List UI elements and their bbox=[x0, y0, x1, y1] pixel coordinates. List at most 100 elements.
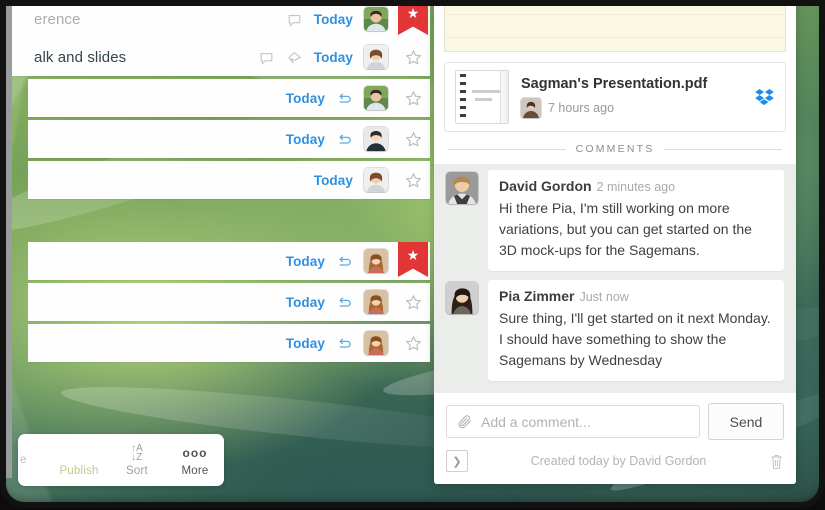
task-row-date[interactable]: Today bbox=[286, 295, 325, 310]
task-row-meta: Today bbox=[314, 168, 396, 192]
comment-input[interactable]: Add a comment... bbox=[446, 405, 700, 438]
comment-bubble: David Gordon 2 minutes ago Hi there Pia, I… bbox=[488, 170, 784, 272]
attachment-card[interactable]: Sagman's Presentation.pdf 7 hours ago bbox=[444, 62, 786, 133]
task-row[interactable]: Today bbox=[28, 161, 430, 199]
task-row-meta: Today bbox=[286, 7, 396, 31]
task-row-date[interactable]: Today bbox=[314, 50, 353, 65]
comment-author: Pia Zimmer bbox=[499, 288, 575, 305]
document-thumbnail-icon bbox=[455, 70, 509, 125]
task-row-meta: Today bbox=[286, 86, 396, 110]
task-row[interactable]: Today bbox=[28, 283, 430, 321]
task-row-title: alk and slides bbox=[34, 48, 127, 66]
star-icon[interactable] bbox=[396, 161, 430, 199]
task-detail-panel: Sagman's Presentation.pdf 7 hours ago CO… bbox=[434, 0, 796, 484]
star-icon[interactable] bbox=[396, 79, 430, 117]
comment-text: Sure thing, I'll get started on it next … bbox=[499, 310, 771, 369]
star-icon[interactable] bbox=[396, 283, 430, 321]
task-row-meta: Today bbox=[258, 45, 396, 69]
task-row-date[interactable]: Today bbox=[286, 336, 325, 351]
task-row-meta: Today bbox=[286, 127, 396, 151]
assignee-avatar[interactable] bbox=[364, 86, 388, 110]
task-list-pane: erence Today ★ alk and slides Today Today Toda… bbox=[0, 0, 430, 503]
comments-divider-label: COMMENTS bbox=[575, 143, 655, 156]
repeat-icon[interactable] bbox=[336, 335, 353, 352]
comment-header: Pia Zimmer Just now bbox=[499, 288, 773, 306]
more-button[interactable]: ooo More bbox=[166, 443, 224, 477]
attachment-uploader-avatar bbox=[521, 98, 541, 119]
comment-input-placeholder: Add a comment... bbox=[481, 413, 591, 430]
repeat-icon[interactable] bbox=[336, 131, 353, 148]
task-row[interactable]: Today bbox=[28, 324, 430, 362]
publish-label: Publish bbox=[59, 465, 99, 477]
assignee-avatar[interactable] bbox=[364, 331, 388, 355]
task-row[interactable]: Today bbox=[28, 120, 430, 158]
flag-badge[interactable]: ★ bbox=[396, 0, 430, 38]
flag-badge[interactable]: ★ bbox=[396, 242, 430, 280]
comment-text: Hi there Pia, I'm still working on more … bbox=[499, 200, 752, 259]
comment-item: David Gordon 2 minutes ago Hi there Pia, I… bbox=[446, 170, 784, 272]
task-row-date[interactable]: Today bbox=[286, 91, 325, 106]
task-row-meta: Today bbox=[286, 331, 396, 355]
repeat-icon[interactable] bbox=[336, 90, 353, 107]
task-row-meta: Today bbox=[286, 290, 396, 314]
assignee-avatar[interactable] bbox=[364, 7, 388, 31]
task-row[interactable]: Today bbox=[28, 79, 430, 117]
comment-bubble: Pia Zimmer Just now Sure thing, I'll get s… bbox=[488, 280, 784, 382]
sort-glyph-bottom: ↓Z bbox=[131, 452, 143, 463]
toolbar-item-truncated[interactable]: e bbox=[18, 454, 50, 466]
task-row-date[interactable]: Today bbox=[314, 12, 353, 27]
assignee-avatar[interactable] bbox=[364, 290, 388, 314]
sort-az-icon: ↑A ↓Z bbox=[131, 443, 143, 463]
star-icon[interactable] bbox=[396, 38, 430, 76]
comment-time: 2 minutes ago bbox=[596, 180, 676, 195]
dropbox-icon bbox=[754, 88, 775, 106]
attachment-name: Sagman's Presentation.pdf bbox=[521, 76, 708, 93]
publish-button[interactable]: Publish bbox=[50, 443, 108, 477]
notes-field[interactable] bbox=[444, 0, 786, 53]
created-by-label: Created today by David Gordon bbox=[530, 454, 707, 468]
assignee-avatar[interactable] bbox=[364, 45, 388, 69]
comment-icon[interactable] bbox=[258, 49, 275, 66]
detail-footer: ❯ Created today by David Gordon bbox=[434, 446, 796, 484]
ellipsis-icon: ooo bbox=[183, 443, 208, 463]
task-row-date[interactable]: Today bbox=[286, 132, 325, 147]
task-row-date[interactable]: Today bbox=[314, 173, 353, 188]
tag-icon[interactable] bbox=[286, 49, 303, 66]
list-scrollbar[interactable] bbox=[0, 0, 12, 478]
task-row-meta: Today bbox=[286, 249, 396, 273]
sort-button[interactable]: ↑A ↓Z Sort bbox=[108, 443, 166, 478]
comments-divider: COMMENTS bbox=[434, 132, 796, 164]
star-icon[interactable] bbox=[396, 120, 430, 158]
expand-icon[interactable]: ❯ bbox=[446, 450, 468, 472]
app-window: erence Today ★ alk and slides Today Today Toda… bbox=[0, 0, 825, 510]
comment-icon[interactable] bbox=[286, 11, 303, 28]
assignee-avatar[interactable] bbox=[364, 249, 388, 273]
ellipsis-glyph: ooo bbox=[182, 446, 208, 460]
sort-label: Sort bbox=[126, 465, 148, 477]
comment-author-avatar[interactable] bbox=[446, 282, 478, 315]
task-row-title: erence bbox=[34, 10, 81, 28]
comment-author: David Gordon bbox=[499, 178, 592, 195]
more-label: More bbox=[181, 465, 209, 477]
task-row[interactable]: Today ★ bbox=[28, 242, 430, 280]
comment-header: David Gordon 2 minutes ago bbox=[499, 178, 773, 196]
trash-icon[interactable] bbox=[769, 453, 784, 470]
assignee-avatar[interactable] bbox=[364, 127, 388, 151]
assignee-avatar[interactable] bbox=[364, 168, 388, 192]
paperclip-icon[interactable] bbox=[457, 414, 473, 430]
bottom-toolbar: e Publish ↑A ↓Z Sort ooo More bbox=[18, 434, 224, 486]
comment-composer: Add a comment... Send bbox=[434, 393, 796, 446]
star-icon[interactable] bbox=[396, 324, 430, 362]
send-button[interactable]: Send bbox=[708, 403, 784, 440]
repeat-icon[interactable] bbox=[336, 253, 353, 270]
comments-list: David Gordon 2 minutes ago Hi there Pia, I… bbox=[434, 164, 796, 393]
repeat-icon[interactable] bbox=[336, 294, 353, 311]
task-row[interactable]: erence Today ★ bbox=[12, 0, 430, 38]
comment-author-avatar[interactable] bbox=[446, 172, 478, 205]
task-row-date[interactable]: Today bbox=[286, 254, 325, 269]
attachment-time: 7 hours ago bbox=[548, 101, 615, 116]
comment-time: Just now bbox=[579, 290, 629, 305]
comment-item: Pia Zimmer Just now Sure thing, I'll get s… bbox=[446, 280, 784, 382]
toolbar-truncated-label: e bbox=[20, 454, 27, 466]
task-row[interactable]: alk and slides Today bbox=[12, 38, 430, 76]
